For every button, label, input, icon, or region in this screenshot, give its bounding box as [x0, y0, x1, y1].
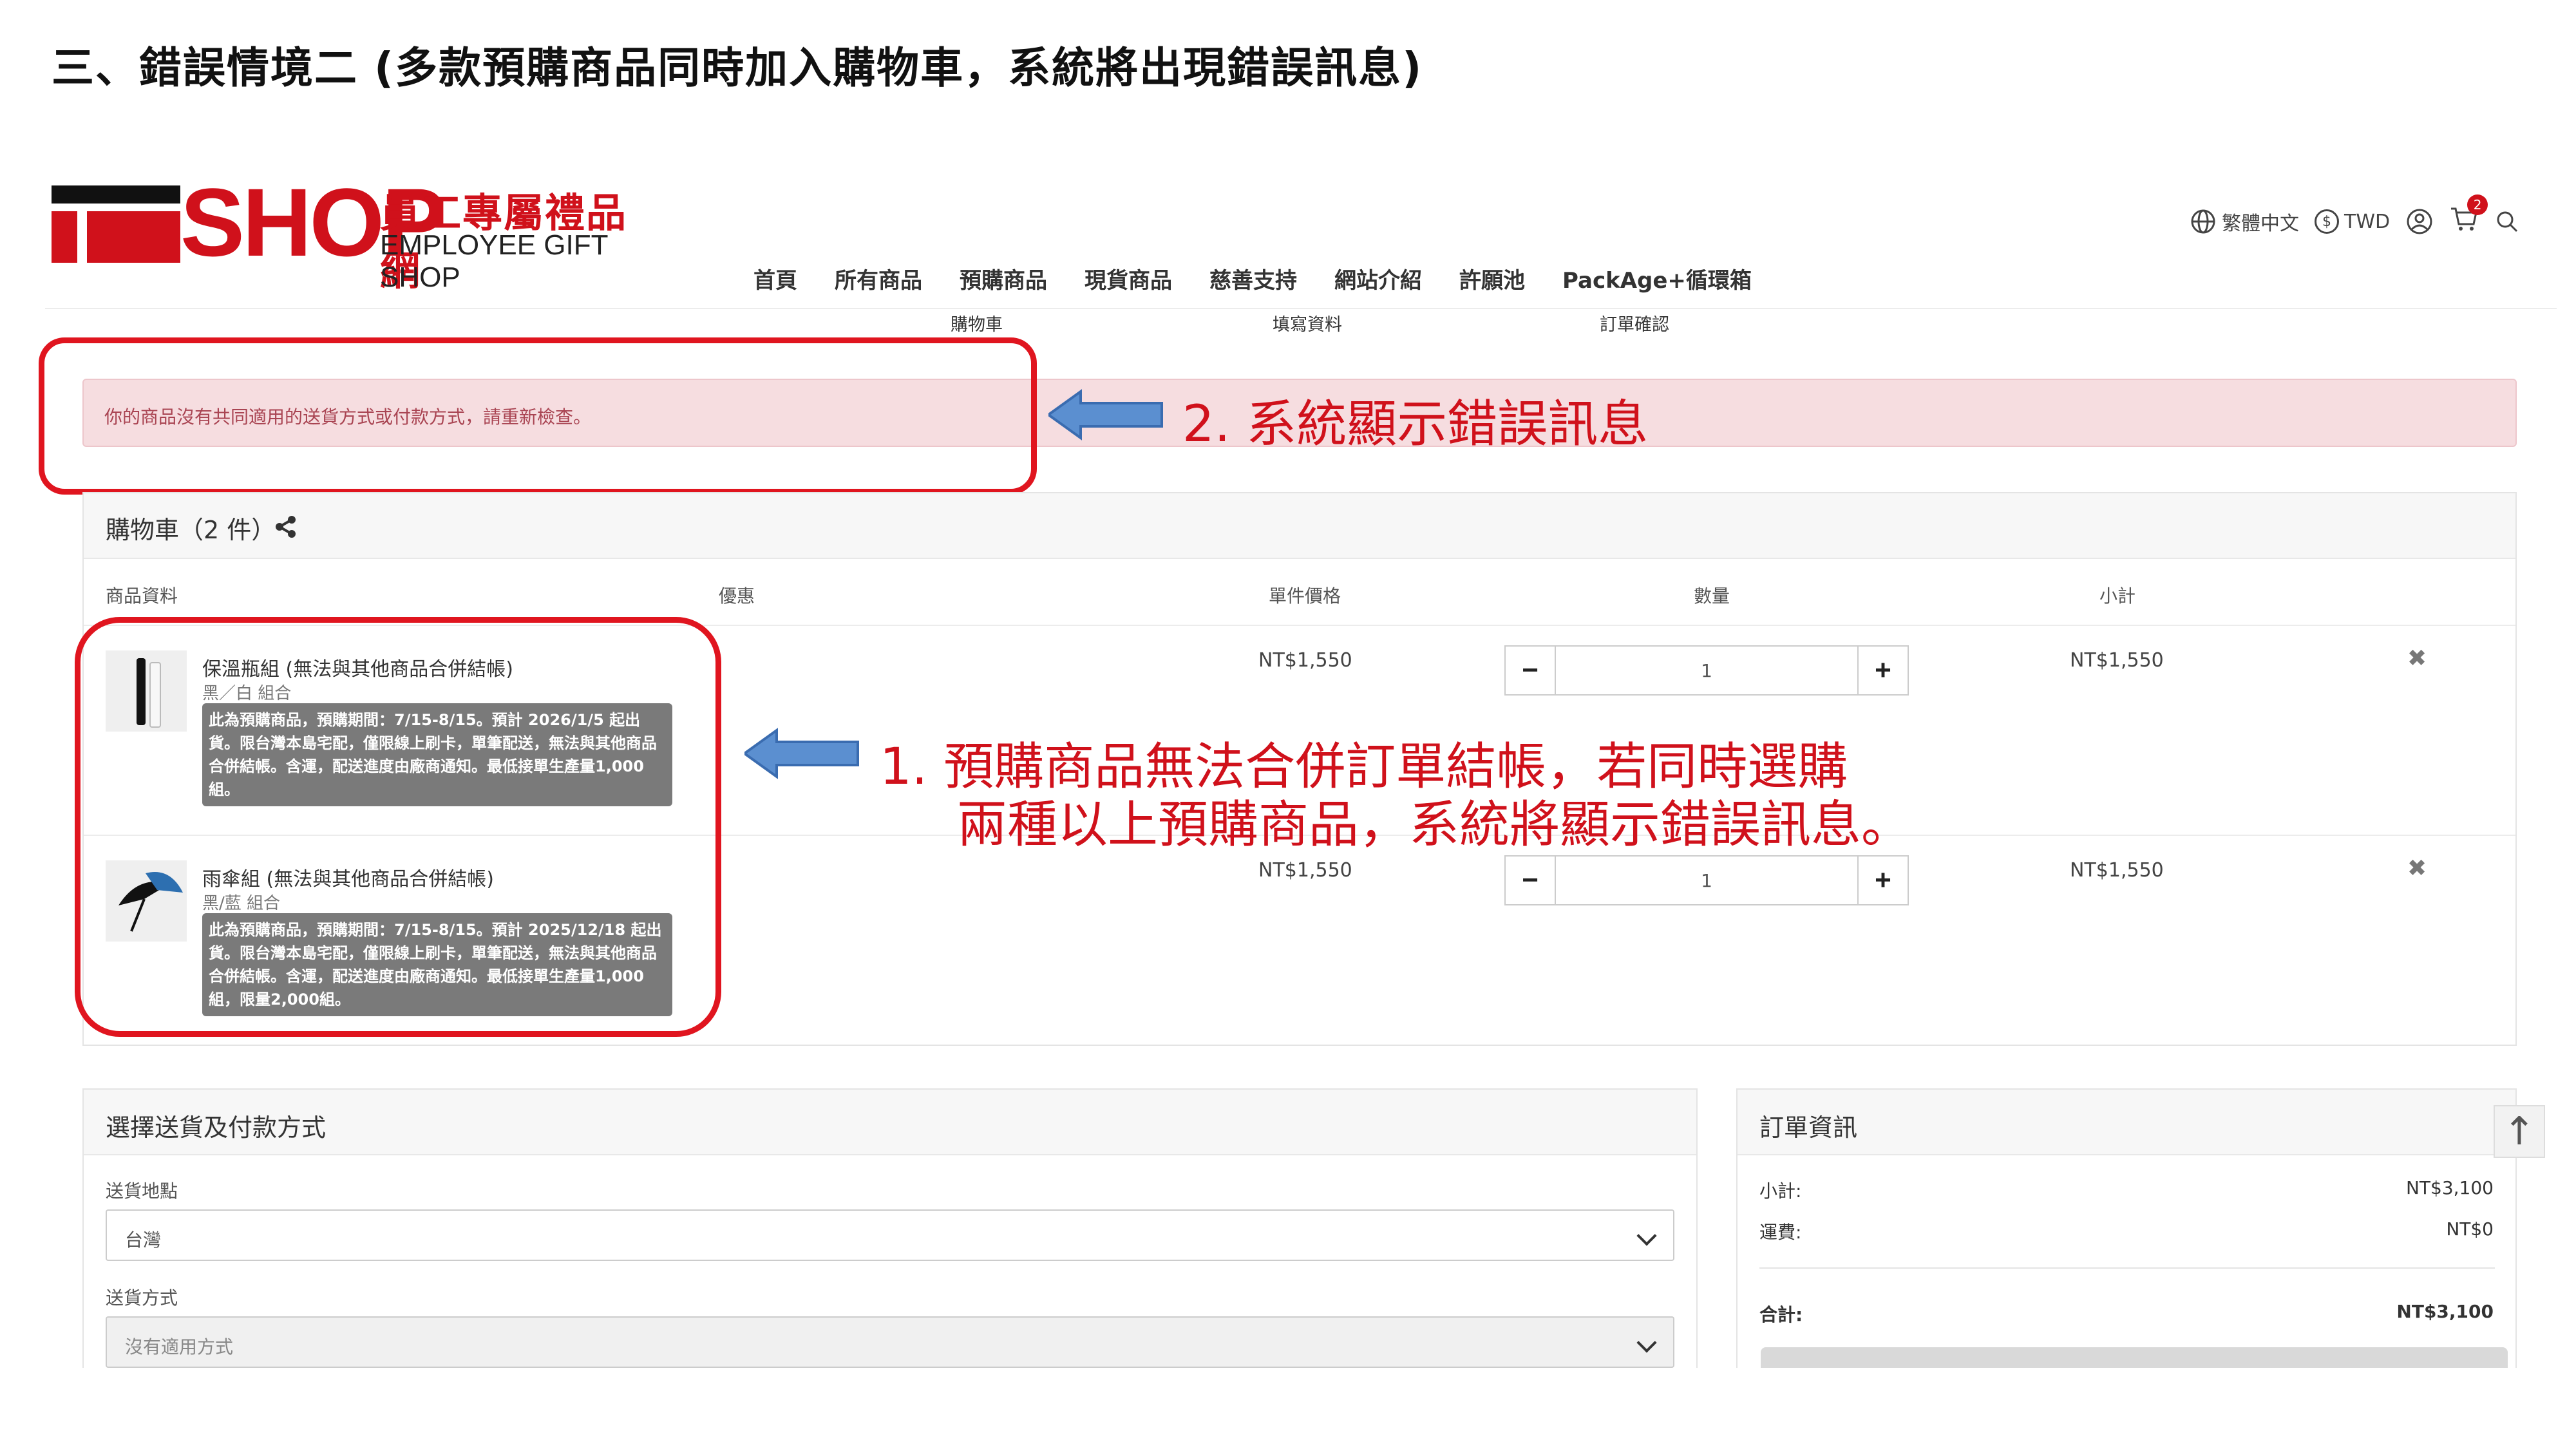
annotation-box-items — [75, 617, 721, 1037]
main-nav: 首頁 所有商品 預購商品 現貨商品 慈善支持 網站介紹 許願池 PackAge+… — [753, 263, 1752, 294]
summary-total-value: NT$3,100 — [2396, 1301, 2494, 1322]
cart-header: 購物車（2 件） — [84, 493, 2515, 559]
summary-subtotal-label: 小計: — [1759, 1180, 1802, 1202]
quantity-stepper: − 1 + — [1504, 645, 1909, 696]
unit-price: NT$1,550 — [1258, 649, 1352, 672]
screenshot-bottom-margin — [0, 1368, 2576, 1449]
nav-item-package[interactable]: PackAge+循環箱 — [1562, 263, 1752, 294]
increase-quantity-button[interactable]: + — [1857, 857, 1908, 904]
currency-label: TWD — [2344, 210, 2391, 233]
nav-item-about[interactable]: 網站介紹 — [1334, 263, 1422, 294]
step-order-confirm: 訂單確認 — [1600, 315, 1669, 335]
cart-button[interactable]: 2 — [2449, 194, 2488, 238]
col-product: 商品資料 — [106, 585, 178, 607]
quantity-input[interactable]: 1 — [1556, 857, 1857, 904]
share-icon[interactable] — [274, 515, 298, 538]
scroll-to-top-button[interactable]: ↑ — [2494, 1105, 2545, 1158]
search-icon[interactable] — [2494, 209, 2520, 234]
arrow-up-icon: ↑ — [2503, 1109, 2536, 1154]
annotation-1-line2: 兩種以上預購商品，系統將顯示錯誤訊息。 — [957, 796, 1912, 854]
remove-item-icon[interactable]: ✖ — [2407, 645, 2427, 672]
annotation-arrow-left-icon — [1048, 389, 1163, 440]
step-cart: 購物車 — [951, 315, 1003, 335]
nav-item-home[interactable]: 首頁 — [753, 263, 797, 294]
logo-english-text: EMPLOYEE GIFT SHOP — [380, 229, 608, 293]
decrease-quantity-button[interactable]: − — [1506, 857, 1556, 904]
chevron-down-icon — [1636, 1332, 1657, 1353]
summary-shipping-value: NT$0 — [2446, 1218, 2494, 1240]
order-title: 訂單資訊 — [1759, 1113, 1858, 1142]
site-logo[interactable]: SHOP 員工專屬禮品網 EMPLOYEE GIFT SHOP — [52, 174, 657, 294]
nav-item-preorder[interactable]: 預購商品 — [960, 263, 1047, 294]
annotation-box-error — [39, 337, 1037, 495]
currency-selector[interactable]: $ TWD — [2315, 209, 2390, 234]
header-divider — [45, 308, 2557, 309]
language-selector[interactable]: 繁體中文 — [2190, 207, 2299, 236]
remove-item-icon[interactable]: ✖ — [2407, 855, 2427, 882]
item-subtotal: NT$1,550 — [2070, 859, 2164, 882]
cart-title: 購物車（2 件） — [106, 516, 276, 544]
shipping-location-select[interactable]: 台灣 — [106, 1209, 1674, 1261]
dollar-icon: $ — [2315, 209, 2339, 234]
nav-item-wishlist[interactable]: 許願池 — [1459, 263, 1525, 294]
col-unit-price: 單件價格 — [1269, 585, 1341, 607]
col-discount: 優惠 — [719, 585, 755, 607]
summary-shipping-label: 運費: — [1759, 1222, 1802, 1243]
decrease-quantity-button[interactable]: − — [1506, 647, 1556, 694]
item-subtotal: NT$1,550 — [2070, 649, 2164, 672]
unit-price: NT$1,550 — [1258, 859, 1352, 882]
quantity-stepper: − 1 + — [1504, 855, 1909, 905]
step-fill-info: 填寫資料 — [1273, 315, 1342, 335]
shipping-location-label: 送貨地點 — [106, 1180, 178, 1202]
quantity-input[interactable]: 1 — [1556, 647, 1857, 694]
page-heading: 三、錯誤情境二 (多款預購商品同時加入購物車，系統將出現錯誤訊息) — [52, 43, 1423, 93]
shipping-method-label: 送貨方式 — [106, 1287, 178, 1309]
nav-item-in-stock[interactable]: 現貨商品 — [1084, 263, 1172, 294]
user-icon[interactable] — [2405, 207, 2434, 236]
annotation-2: 2. 系統顯示錯誤訊息 — [1182, 395, 1649, 453]
col-quantity: 數量 — [1694, 585, 1730, 607]
nav-item-charity[interactable]: 慈善支持 — [1209, 263, 1297, 294]
increase-quantity-button[interactable]: + — [1857, 647, 1908, 694]
shipping-title: 選擇送貨及付款方式 — [106, 1113, 327, 1142]
summary-total-label: 合計: — [1759, 1304, 1803, 1325]
cart-count-badge: 2 — [2467, 194, 2488, 215]
shipping-method-select[interactable]: 沒有適用方式 — [106, 1316, 1674, 1368]
language-label: 繁體中文 — [2222, 213, 2299, 235]
summary-subtotal-value: NT$3,100 — [2405, 1177, 2494, 1198]
col-subtotal: 小計 — [2099, 585, 2136, 607]
globe-icon — [2191, 209, 2215, 234]
header-actions: 繁體中文 $ TWD 2 — [2190, 194, 2520, 238]
nav-item-all-products[interactable]: 所有商品 — [835, 263, 922, 294]
chevron-down-icon — [1636, 1226, 1657, 1246]
logo-mark — [52, 185, 180, 263]
annotation-arrow-left-icon — [744, 728, 859, 779]
